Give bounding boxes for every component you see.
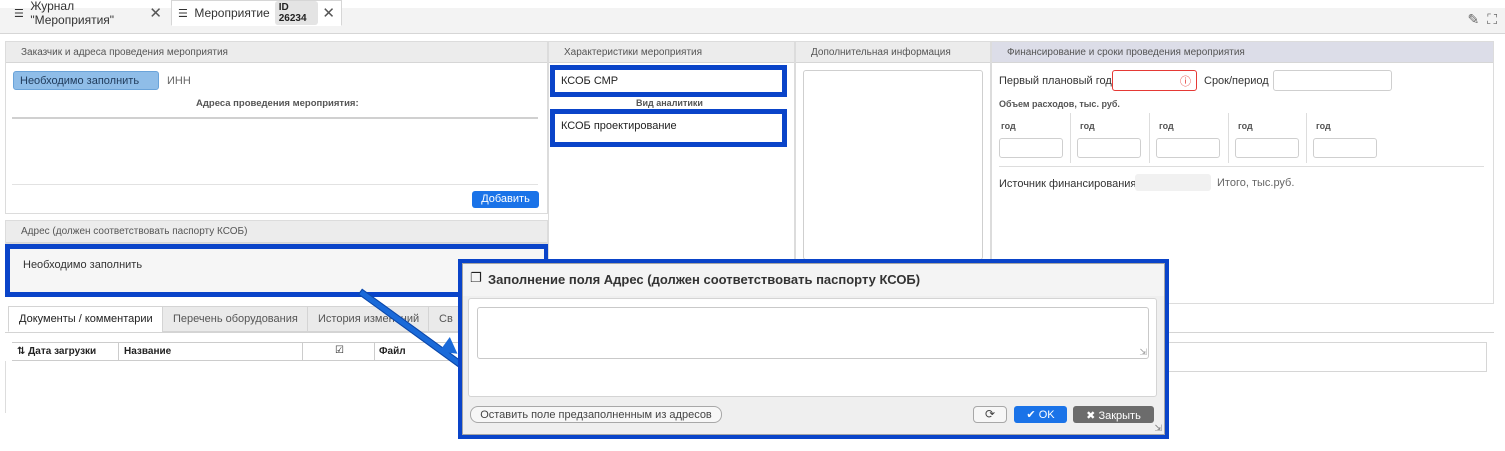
address-modal: ❐ Заполнение поля Адрес (должен соответс…: [462, 263, 1165, 435]
hierarchy-icon: ☰: [14, 8, 24, 20]
column-label: Дата загрузки: [28, 346, 97, 357]
first-year-label: Первый плановый год: [999, 75, 1112, 87]
year-amount-input[interactable]: [1235, 138, 1299, 158]
top-toolbar: ✎ ⛶: [1467, 11, 1497, 28]
prefill-from-addresses-button[interactable]: Оставить поле предзаполненным из адресов: [470, 406, 722, 423]
error-icon: ⓘ: [1180, 76, 1191, 88]
address-panel: Адрес (должен соответствовать паспорту К…: [5, 220, 548, 244]
column-file[interactable]: Файл: [379, 346, 406, 357]
inn-label: ИНН: [167, 75, 191, 87]
year-label: год: [1001, 121, 1016, 131]
year-label: год: [1080, 121, 1095, 131]
panel-title: Финансирование и сроки проведения меропр…: [992, 42, 1493, 63]
period-input[interactable]: [1273, 70, 1392, 91]
ksob-smr-field[interactable]: КСОБ СМР: [550, 65, 787, 97]
panel-title: Адрес (должен соответствовать паспорту К…: [6, 221, 547, 243]
address-textarea[interactable]: ⇲: [477, 307, 1149, 359]
tab-events-journal[interactable]: ☰ Журнал "Мероприятия" ✕: [8, 0, 168, 27]
modal-header: ❐ Заполнение поля Адрес (должен соответс…: [463, 264, 1164, 296]
analytics-label: Вид аналитики: [636, 98, 703, 108]
year-amount-input[interactable]: [1077, 138, 1141, 158]
lower-right-box: [1160, 342, 1487, 372]
close-button[interactable]: ✖ Закрыть: [1073, 406, 1154, 423]
add-address-button[interactable]: Добавить: [472, 191, 539, 208]
ksob-design-field[interactable]: КСОБ проектирование: [550, 109, 787, 147]
year-amount-input[interactable]: [1313, 138, 1377, 158]
source-select[interactable]: [1135, 174, 1211, 191]
close-label: Закрыть: [1098, 410, 1141, 422]
panel-title: Заказчик и адреса проведения мероприятия: [6, 42, 547, 63]
fullscreen-icon[interactable]: ⛶: [1487, 11, 1497, 28]
panel-title: Характеристики мероприятия: [549, 42, 794, 63]
hierarchy-icon: ☰: [178, 8, 188, 20]
tab-label: Журнал "Мероприятия": [30, 0, 115, 27]
tab-label: Мероприятие: [194, 6, 270, 20]
first-year-input[interactable]: ⓘ: [1112, 70, 1197, 91]
tab-event[interactable]: ☰ Мероприятие ID 26234 ✕: [171, 0, 342, 26]
panel-title: Дополнительная информация: [796, 42, 990, 63]
divider: [1149, 113, 1150, 163]
close-icon[interactable]: ✕: [149, 4, 162, 22]
field-value: КСОБ проектирование: [561, 120, 677, 132]
year-label: год: [1238, 121, 1253, 131]
year-label: год: [1316, 121, 1331, 131]
modal-body: ⇲: [468, 298, 1157, 397]
total-label: Итого, тыс.руб.: [1217, 177, 1295, 189]
resize-icon[interactable]: ⇲: [1139, 347, 1147, 358]
divider: [1306, 113, 1307, 163]
modal-title: Заполнение поля Адрес (должен соответств…: [488, 272, 921, 287]
modal-resize-icon[interactable]: ⇲: [1154, 423, 1162, 434]
expenses-label: Объем расходов, тыс. руб.: [999, 99, 1120, 109]
year-label: год: [1159, 121, 1174, 131]
period-label: Срок/период: [1204, 75, 1269, 87]
check-icon: ✔: [1026, 409, 1036, 421]
divider: [118, 342, 119, 361]
address-value: Необходимо заполнить: [23, 259, 143, 271]
year-amount-input[interactable]: [999, 138, 1063, 158]
column-upload-date[interactable]: ⇅ Дата загрузки: [17, 346, 96, 357]
field-value: КСОБ СМР: [561, 75, 619, 87]
divider: [5, 361, 6, 413]
divider: [374, 342, 375, 361]
divider: [1070, 113, 1071, 163]
divider: [999, 166, 1484, 167]
column-name[interactable]: Название: [124, 346, 171, 357]
divider: [302, 342, 303, 361]
window-icon: ❐: [470, 270, 482, 285]
year-amount-input[interactable]: [1156, 138, 1220, 158]
edit-icon[interactable]: ✎: [1467, 11, 1479, 28]
addresses-list: [12, 117, 538, 185]
required-customer-button[interactable]: Необходимо заполнить: [13, 71, 159, 90]
extra-info-textarea[interactable]: [803, 70, 983, 260]
tab-equipment[interactable]: Перечень оборудования: [162, 306, 309, 332]
tab-more[interactable]: Св: [428, 306, 462, 332]
source-label: Источник финансирования: [999, 178, 1137, 190]
refresh-icon[interactable]: ⟳: [973, 406, 1007, 423]
sort-icon: ⇅: [17, 346, 26, 357]
checkbox-icon[interactable]: ☑: [335, 345, 344, 356]
ok-button[interactable]: ✔ OK: [1014, 406, 1067, 423]
close-icon: ✖: [1086, 410, 1096, 422]
divider: [1228, 113, 1229, 163]
ok-label: OK: [1038, 409, 1055, 421]
id-badge: ID 26234: [274, 1, 319, 25]
close-icon[interactable]: ✕: [322, 4, 335, 22]
addresses-label: Адреса проведения мероприятия:: [196, 98, 359, 109]
tab-documents[interactable]: Документы / комментарии: [8, 306, 164, 332]
